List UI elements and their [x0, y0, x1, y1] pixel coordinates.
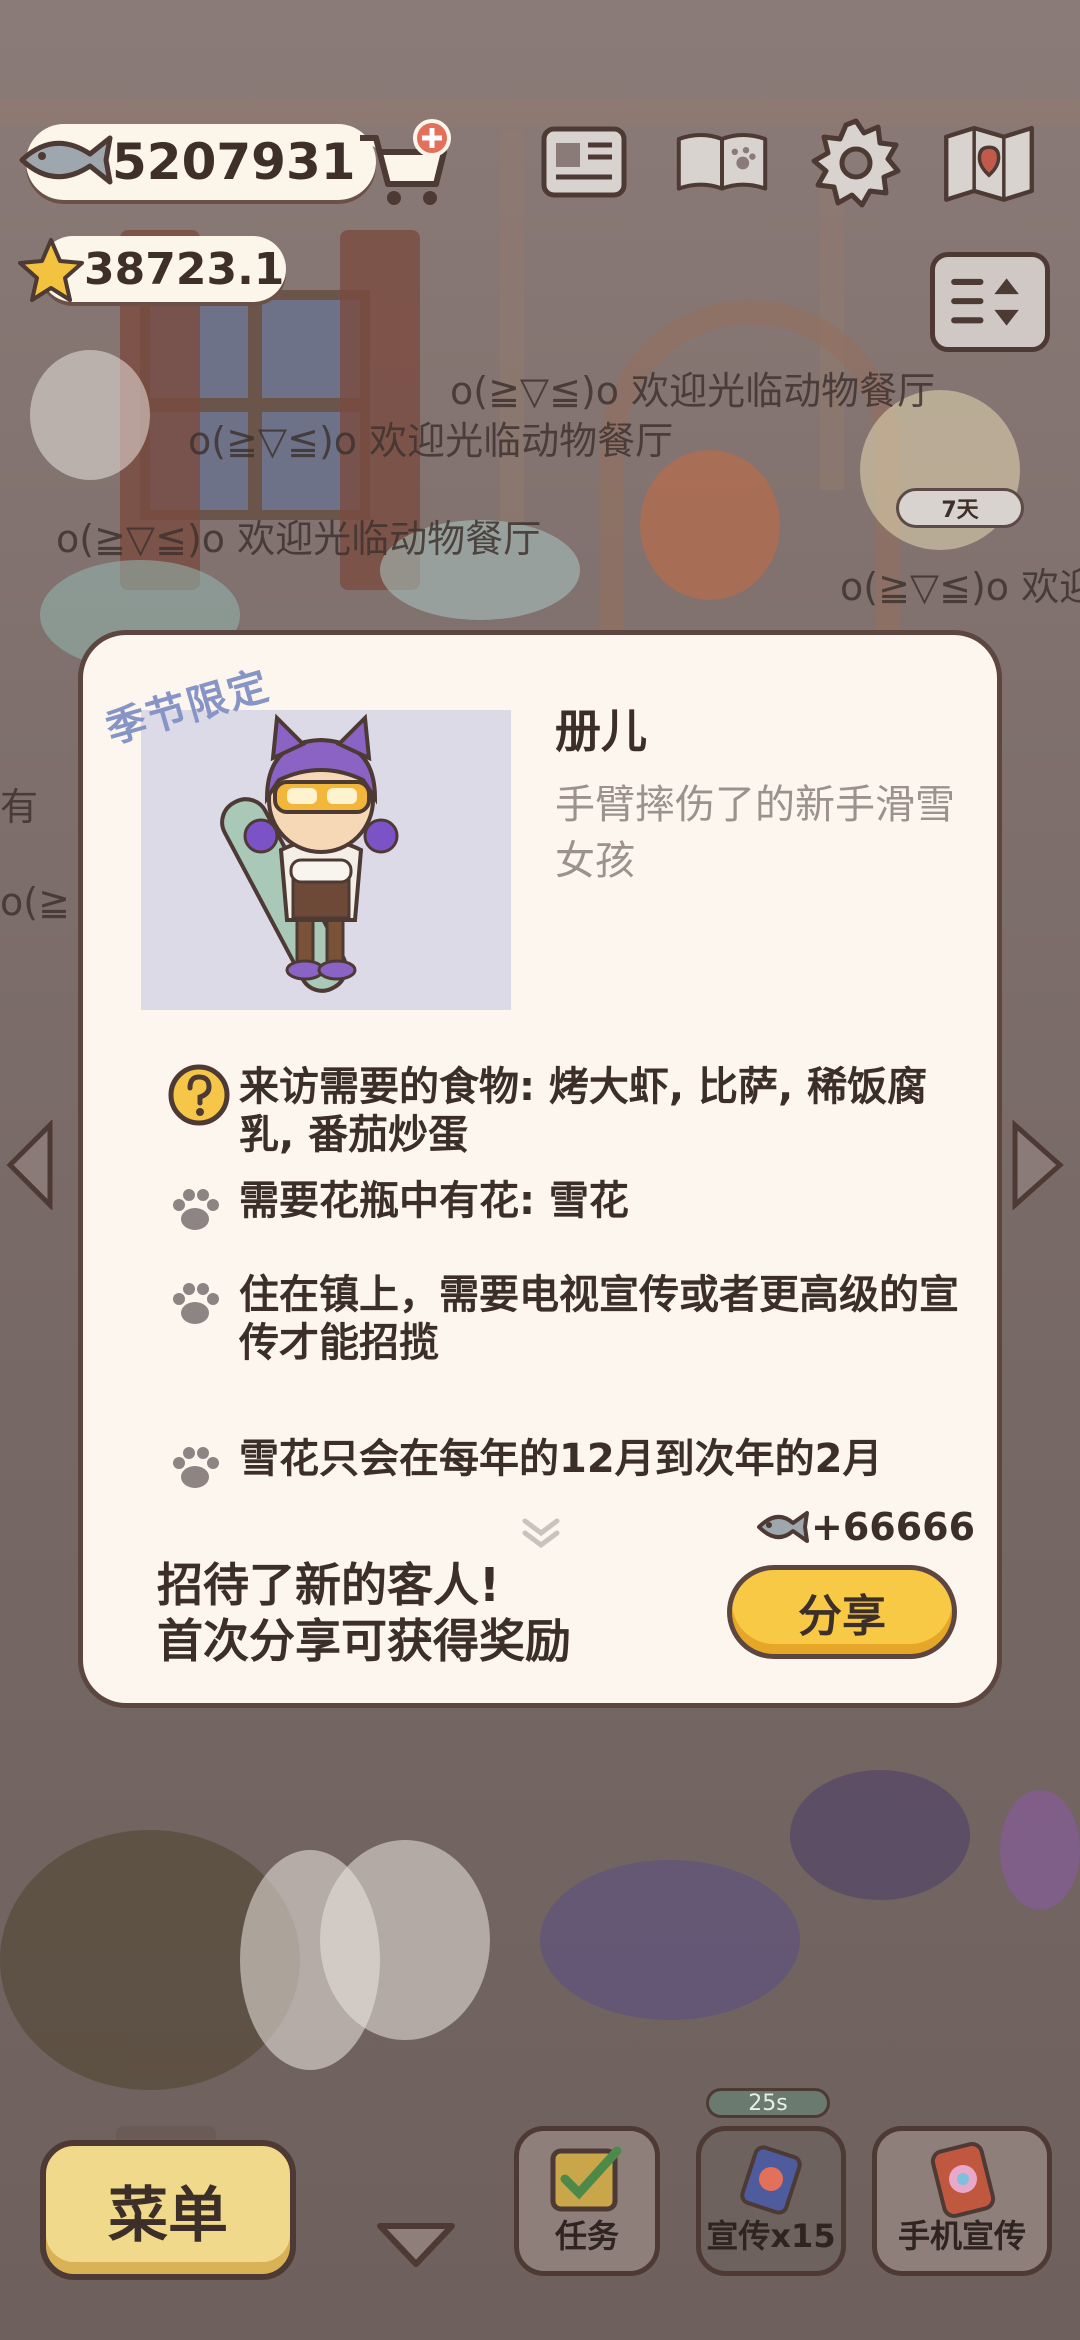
requirement-season: 雪花只会在每年的12月到次年的2月: [167, 1435, 967, 1499]
settings-button[interactable]: [808, 115, 904, 211]
purple-table: [540, 1860, 800, 2020]
newspaper-icon: [541, 126, 627, 198]
promotion-button[interactable]: 宣传x15: [696, 2126, 846, 2276]
requirement-flower: 需要花瓶中有花: 雪花: [167, 1177, 967, 1241]
share-message-line: 首次分享可获得奖励: [157, 1614, 571, 1668]
requirement-text: 住在镇上，需要电视宣传或者更高级的宣传才能招揽: [239, 1272, 959, 1366]
welcome-text: 有: [0, 785, 39, 829]
customer-name: 册儿: [555, 704, 647, 758]
reward-amount: +66666: [811, 1505, 976, 1549]
share-message: 招待了新的客人! 首次分享可获得奖励: [157, 1557, 571, 1669]
requirement-text: 需要花瓶中有花: 雪花: [239, 1178, 629, 1224]
newspaper-button[interactable]: [536, 115, 632, 211]
welcome-text: o(≧▽≦)o 欢迎: [840, 565, 1080, 609]
paw-book-icon: [676, 133, 768, 191]
fox-customer: [640, 450, 780, 600]
customer-description: 手臂摔伤了的新手滑雪女孩: [555, 782, 955, 884]
welcome-text: o(≧▽≦)o 欢迎光临动物餐厅: [450, 369, 936, 413]
requirement-text: 雪花只会在每年的12月到次年的2月: [239, 1436, 883, 1482]
paw-icon: [173, 1447, 219, 1488]
phone-promo-icon: [930, 2142, 996, 2218]
witch-hat: [790, 1770, 970, 1900]
promo-card-icon: [740, 2145, 802, 2215]
left-arrow-icon[interactable]: [0, 1120, 60, 1210]
requirement-promotion: 住在镇上，需要电视宣传或者更高级的宣传才能招揽: [167, 1271, 967, 1367]
requirement-text: 来访需要的食物: 烤大虾, 比萨, 稀饭腐乳, 番茄炒蛋: [239, 1064, 928, 1158]
welcome-text: o(≧▽≦)o 欢迎光临动物餐厅: [188, 419, 674, 463]
share-message-line: 招待了新的客人!: [157, 1558, 500, 1612]
task-label: 任务: [554, 2217, 619, 2255]
gear-icon: [811, 118, 901, 208]
task-button[interactable]: 任务: [514, 2126, 660, 2276]
phone-promotion-button[interactable]: 手机宣传: [872, 2126, 1052, 2276]
sort-icon: [951, 278, 1019, 326]
right-arrow-icon[interactable]: [1000, 1120, 1070, 1210]
scroll-down-chevron-icon: [522, 1518, 560, 1549]
days-badge: 7天: [896, 488, 1024, 528]
menu-button[interactable]: 菜单: [40, 2140, 296, 2280]
skier-girl-image: [220, 713, 399, 993]
shop-cart-icon[interactable]: [352, 118, 456, 214]
fish-count: 5207931: [112, 133, 356, 191]
checklist-icon: [550, 2146, 622, 2212]
paw-icon: [173, 1283, 219, 1324]
guestbook-button[interactable]: [662, 115, 782, 211]
cat-customer: [30, 350, 150, 480]
customer-portrait: [141, 710, 511, 1010]
potion-bottle: [1000, 1790, 1080, 1910]
fish-icon: [757, 1511, 809, 1543]
new-customer-dialog: 季节限定 册儿 手臂摔伤了的新手滑雪女孩 来访需要的食物: 烤大虾, 比萨, 稀…: [78, 630, 1002, 1708]
fish-icon: [19, 135, 113, 185]
share-button[interactable]: 分享: [727, 1565, 957, 1659]
dog-waiter: [320, 1840, 490, 2040]
question-icon: [168, 1064, 230, 1126]
map-icon: [944, 125, 1034, 202]
sort-toggle-button[interactable]: [930, 252, 1050, 352]
wood-post: [500, 130, 524, 530]
promo-timer: 25s: [706, 2088, 830, 2118]
promotion-label: 宣传x15: [706, 2217, 836, 2255]
welcome-text: o(≧▽≦)o 欢迎光临动物餐厅: [56, 517, 542, 561]
requirement-food: 来访需要的食物: 烤大虾, 比萨, 稀饭腐乳, 番茄炒蛋: [167, 1063, 967, 1159]
star-icon: [18, 238, 84, 302]
paw-icon: [173, 1189, 219, 1230]
map-button[interactable]: [934, 115, 1044, 211]
star-count: 38723.1: [84, 243, 285, 295]
share-reward: +66666: [755, 1505, 975, 1549]
collapse-arrow-icon[interactable]: [372, 2218, 460, 2274]
welcome-text: o(≧: [0, 880, 70, 924]
